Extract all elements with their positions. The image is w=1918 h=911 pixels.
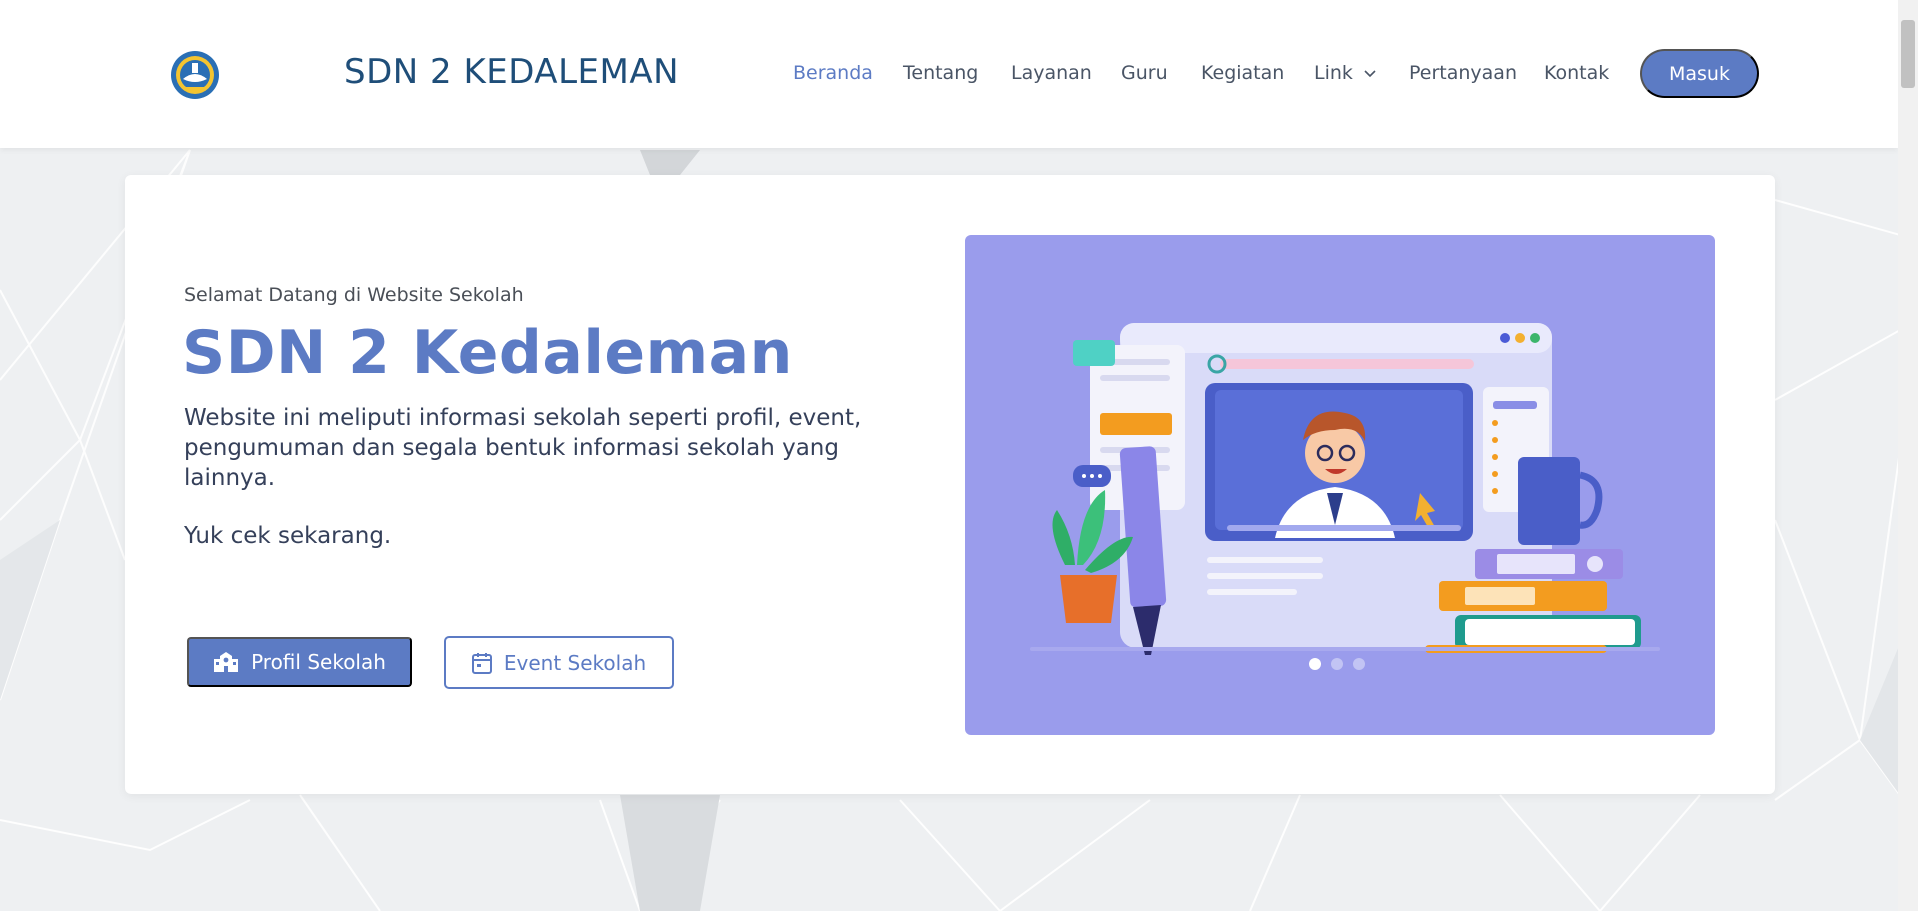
school-logo-icon[interactable] [169,49,221,101]
carousel-dot-1[interactable] [1309,658,1321,670]
profil-sekolah-label: Profil Sekolah [251,650,386,674]
top-navbar: SDN 2 KEDALEMAN Beranda Tentang Layanan … [0,0,1898,148]
login-button[interactable]: Masuk [1640,49,1759,98]
event-sekolah-button[interactable]: Event Sekolah [444,636,674,689]
brand-name[interactable]: SDN 2 KEDALEMAN [344,52,679,92]
calendar-icon [471,652,492,674]
carousel-indicators [1309,658,1365,670]
carousel-dot-2[interactable] [1331,658,1343,670]
nav-guru[interactable]: Guru [1121,62,1168,84]
nav-pertanyaan[interactable]: Pertanyaan [1409,62,1517,84]
event-sekolah-label: Event Sekolah [503,650,647,675]
hero-title: SDN 2 Kedaleman [182,318,793,388]
carousel-dot-3[interactable] [1353,658,1365,670]
nav-link-label: Link [1314,62,1353,84]
nav-link-dropdown[interactable]: Link [1314,62,1377,84]
nav-kontak[interactable]: Kontak [1544,62,1609,84]
chevron-down-icon [1364,69,1376,77]
nav-layanan[interactable]: Layanan [1011,62,1092,84]
scrollbar-thumb[interactable] [1901,20,1915,88]
school-icon [214,652,239,672]
hero-cta-text: Yuk cek sekarang. [184,523,392,549]
profil-sekolah-button[interactable]: Profil Sekolah [187,637,412,687]
nav-beranda[interactable]: Beranda [793,62,873,84]
nav-tentang[interactable]: Tentang [903,62,978,84]
hero-card: Selamat Datang di Website Sekolah SDN 2 … [125,175,1775,794]
page-scrollbar[interactable] [1898,0,1918,911]
hero-illustration [965,235,1715,735]
hero-description: Website ini meliputi informasi sekolah s… [184,405,862,491]
nav-kegiatan[interactable]: Kegiatan [1201,62,1284,84]
hero-greeting: Selamat Datang di Website Sekolah [184,284,524,306]
